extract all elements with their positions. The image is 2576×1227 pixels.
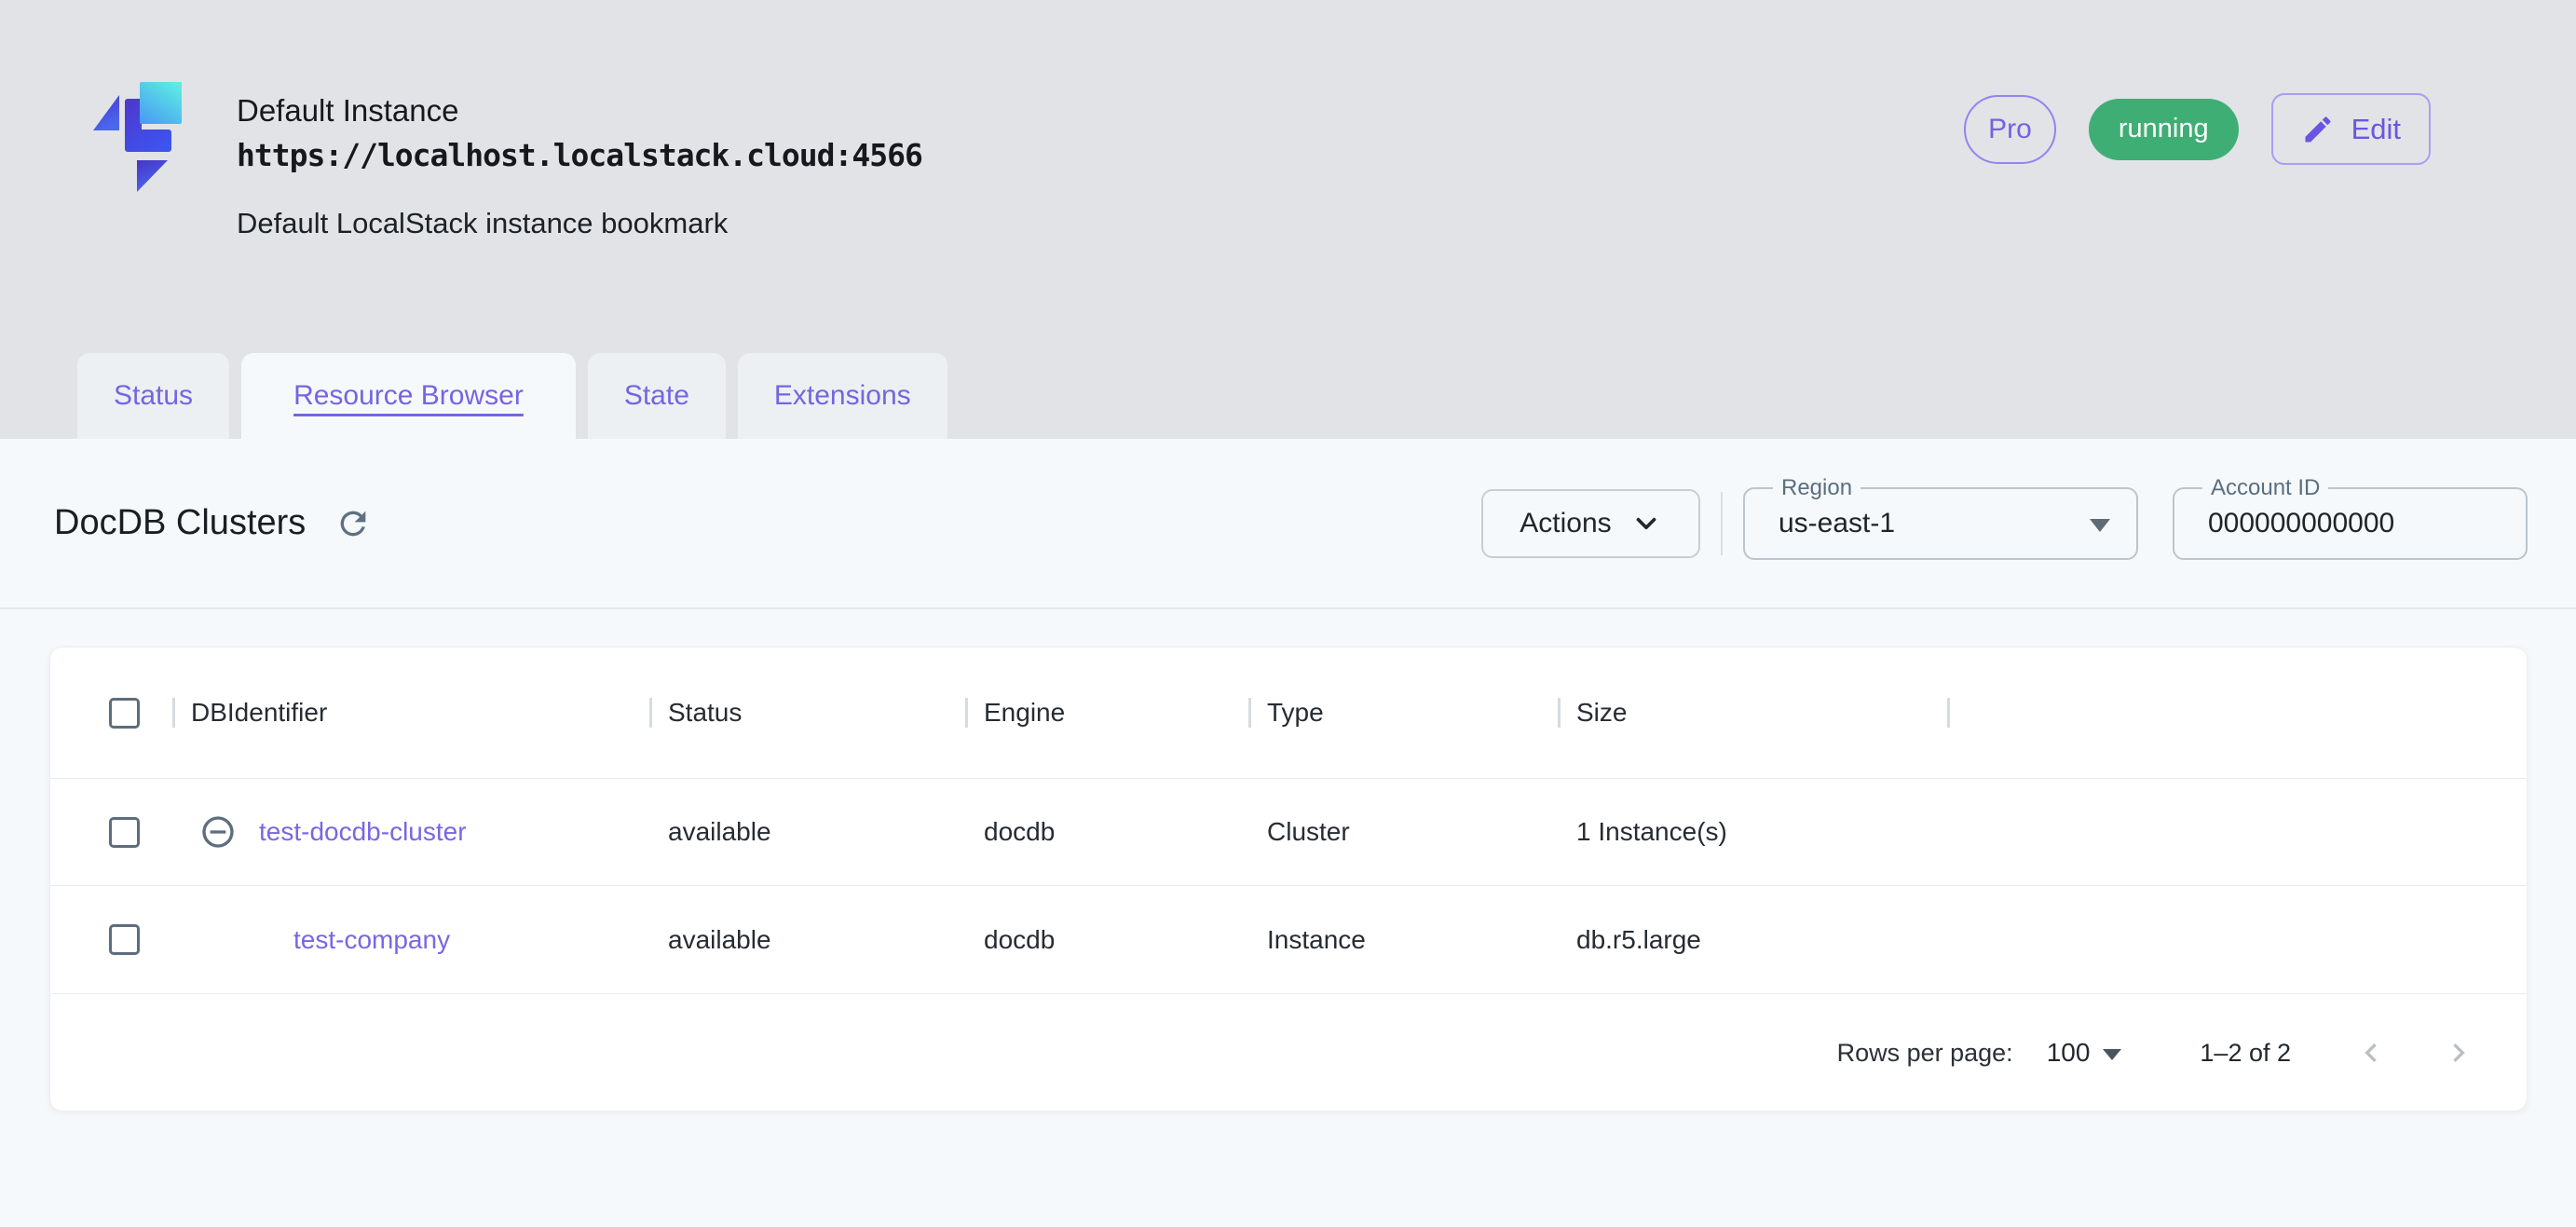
column-header-size[interactable]: Size [1558, 648, 1947, 778]
region-label: Region [1773, 475, 1861, 500]
tab-status[interactable]: Status [77, 353, 230, 439]
column-header-type[interactable]: Type [1248, 648, 1558, 778]
edit-button-label: Edit [2351, 112, 2401, 145]
status-badge: running [2088, 98, 2239, 160]
pagination-range: 1–2 of 2 [2200, 1038, 2291, 1067]
previous-page-button[interactable] [2349, 1030, 2393, 1075]
rows-per-page-value: 100 [2046, 1038, 2091, 1067]
tab-extensions[interactable]: Extensions [737, 353, 947, 439]
resource-table-card: DBIdentifier Status Engine Type Size tes… [49, 647, 2528, 1111]
localstack-logo-icon [93, 82, 182, 192]
cell-status: available [668, 924, 771, 954]
column-header-dbidentifier[interactable]: DBIdentifier [172, 648, 649, 778]
instance-subtitle: Default LocalStack instance bookmark [237, 207, 729, 240]
actions-button-label: Actions [1520, 507, 1612, 539]
next-page-button[interactable] [2436, 1030, 2481, 1075]
pencil-icon [2305, 116, 2331, 142]
chevron-left-icon [2365, 1043, 2377, 1062]
dropdown-arrow-icon [2090, 518, 2110, 532]
region-select[interactable]: Region us-east-1 [1743, 475, 2138, 560]
page-title: DocDB Clusters [54, 503, 307, 542]
dropdown-arrow-icon [2103, 1049, 2122, 1060]
row-checkbox[interactable] [109, 924, 140, 955]
actions-button[interactable]: Actions [1481, 488, 1700, 558]
instance-url: https://localhost.localstack.cloud:4566 [237, 137, 923, 174]
resource-toolbar: DocDB Clusters Actions Region us-east-1 [0, 439, 2576, 609]
account-id-label: Account ID [2202, 475, 2329, 500]
tab-bar: Status Resource Browser State Extensions [77, 353, 947, 439]
account-id-field[interactable]: Account ID 000000000000 [2173, 475, 2528, 560]
resource-browser-panel: DocDB Clusters Actions Region us-east-1 [0, 439, 2576, 1227]
column-header-empty [1947, 648, 2527, 778]
tab-resource-browser[interactable]: Resource Browser [241, 353, 576, 439]
cell-size: 1 Instance(s) [1576, 817, 1727, 846]
chevron-down-icon [1636, 517, 1656, 529]
table-row: test-company available docdb Instance db… [50, 886, 2527, 994]
table-header-row: DBIdentifier Status Engine Type Size [50, 648, 2527, 779]
toolbar-divider [1721, 491, 1723, 555]
rows-per-page-label: Rows per page: [1836, 1038, 2013, 1067]
cell-type: Cluster [1267, 817, 1350, 846]
instance-title: Default Instance [237, 93, 459, 128]
table-pagination: Rows per page: 100 1–2 of 2 [50, 994, 2527, 1111]
chevron-right-icon [2453, 1043, 2465, 1062]
pro-badge: Pro [1964, 94, 2056, 164]
app-header: Default Instance https://localhost.local… [0, 0, 2576, 439]
select-all-checkbox[interactable] [109, 697, 140, 729]
header-actions: Pro running Edit [1964, 93, 2431, 165]
refresh-icon [340, 511, 366, 536]
cell-engine: docdb [984, 924, 1056, 954]
collapse-row-button[interactable] [199, 813, 237, 851]
cell-status: available [668, 817, 771, 846]
minus-circle-icon [202, 816, 234, 848]
cell-size: db.r5.large [1576, 924, 1701, 954]
edit-button[interactable]: Edit [2270, 93, 2431, 165]
column-header-engine[interactable]: Engine [965, 648, 1248, 778]
refresh-button[interactable] [334, 504, 373, 543]
column-header-status[interactable]: Status [649, 648, 965, 778]
rows-per-page-select[interactable]: 100 [2047, 1038, 2122, 1068]
cell-engine: docdb [984, 817, 1056, 846]
cell-type: Instance [1267, 924, 1366, 954]
tab-state[interactable]: State [587, 353, 726, 439]
table-row: test-docdb-cluster available docdb Clust… [50, 779, 2527, 886]
resource-link[interactable]: test-docdb-cluster [259, 817, 467, 847]
resource-link[interactable]: test-company [293, 925, 450, 955]
row-checkbox[interactable] [109, 816, 140, 848]
